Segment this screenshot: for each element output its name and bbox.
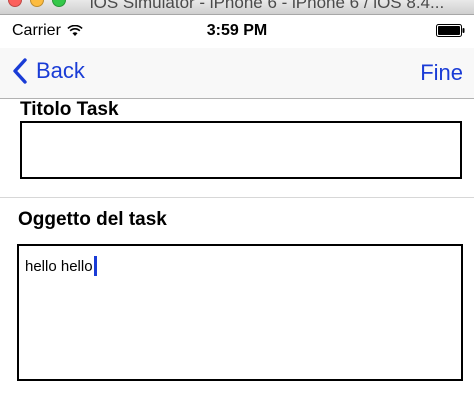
- chevron-left-icon: [13, 58, 27, 84]
- navigation-bar: Back Fine: [0, 48, 474, 99]
- task-title-field[interactable]: [20, 121, 462, 179]
- back-button-label: Back: [36, 58, 85, 83]
- task-subject-text: hello hello: [25, 258, 93, 275]
- task-subject-field[interactable]: hello hello: [17, 244, 463, 381]
- simulator-window-title: iOS Simulator - iPhone 6 - iPhone 6 / iO…: [89, 0, 445, 12]
- device-screen: Carrier 3:59 PM Back Fine Titolo Task Og…: [0, 15, 474, 395]
- back-button[interactable]: Back: [12, 58, 85, 84]
- task-title-label: Titolo Task: [20, 99, 119, 120]
- task-form: Titolo Task Oggetto del task hello hello: [0, 99, 474, 395]
- battery-icon: [436, 24, 465, 37]
- simulator-titlebar: iOS Simulator - iPhone 6 - iPhone 6 / iO…: [0, 0, 474, 15]
- section-divider: [0, 197, 474, 198]
- done-button[interactable]: Fine: [420, 60, 463, 86]
- status-bar: Carrier 3:59 PM: [0, 15, 474, 48]
- status-time: 3:59 PM: [206, 22, 268, 39]
- text-cursor: [93, 256, 97, 276]
- task-subject-label: Oggetto del task: [18, 209, 167, 230]
